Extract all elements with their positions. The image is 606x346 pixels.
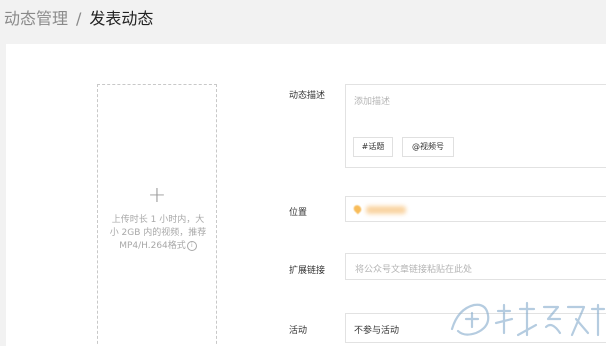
location-selector[interactable]: [345, 196, 606, 222]
location-value-blurred: [366, 206, 406, 214]
breadcrumb: 动态管理 / 发表动态: [4, 9, 153, 29]
location-label: 位置: [289, 208, 308, 218]
breadcrumb-current: 发表动态: [89, 9, 154, 28]
description-placeholder: 添加描述: [354, 97, 391, 107]
plus-icon: +: [147, 183, 167, 208]
extended-link-placeholder: 将公众号文章链接粘贴在此处: [355, 265, 473, 275]
extended-link-label: 扩展链接: [289, 266, 326, 276]
location-icon: [352, 203, 363, 215]
extended-link-input[interactable]: 将公众号文章链接粘贴在此处: [345, 253, 606, 280]
description-input[interactable]: 添加描述 #话题 @视频号: [345, 84, 606, 168]
site-watermark-logo: [450, 301, 606, 337]
breadcrumb-parent-link[interactable]: 动态管理: [4, 9, 68, 28]
breadcrumb-separator: /: [76, 9, 82, 28]
info-icon[interactable]: i: [186, 240, 197, 251]
mention-channel-button[interactable]: @视频号: [402, 137, 454, 157]
page-header: 动态管理 / 发表动态: [0, 0, 606, 44]
activity-label: 活动: [289, 326, 308, 336]
video-upload-area[interactable]: + 上传时长 1 小时内，大小 2GB 内的视频，推荐MP4/H.264格式 i: [97, 84, 217, 346]
page: 动态管理 / 发表动态 + 上传时长 1 小时内，大小 2GB 内的视频，推荐MP4…: [0, 0, 606, 346]
description-label: 动态描述: [289, 91, 326, 101]
add-topic-button[interactable]: #话题: [353, 137, 393, 157]
upload-hint: 上传时长 1 小时内，大小 2GB 内的视频，推荐MP4/H.264格式 i: [108, 214, 208, 253]
activity-selected-value: 不参与活动: [354, 326, 400, 336]
